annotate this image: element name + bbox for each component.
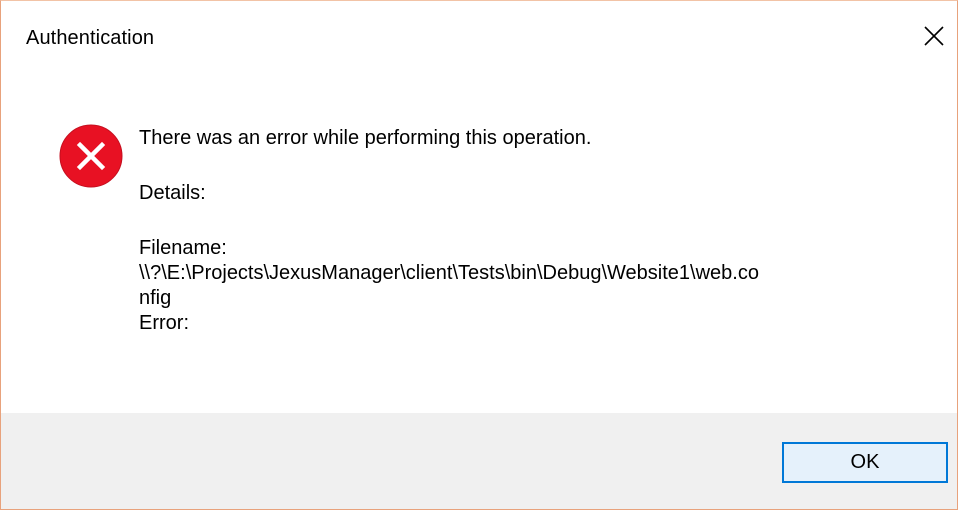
dialog-window: Authentication There was an error while … [0, 0, 958, 510]
filename-path-line1: \\?\E:\Projects\JexusManager\client\Test… [139, 262, 759, 284]
close-icon [924, 26, 944, 46]
error-label: Error: [139, 312, 189, 334]
dialog-content: There was an error while performing this… [1, 71, 957, 413]
window-title: Authentication [26, 27, 155, 49]
title-bar[interactable]: Authentication [1, 1, 957, 71]
error-headline: There was an error while performing this… [139, 127, 592, 149]
error-message: There was an error while performing this… [139, 126, 919, 336]
close-button[interactable] [911, 13, 957, 59]
ok-button[interactable]: OK [782, 442, 948, 483]
filename-path-line2: nfig [139, 287, 172, 309]
error-icon [59, 124, 123, 188]
filename-label: Filename: [139, 237, 227, 259]
button-bar: OK [1, 413, 957, 509]
details-label: Details: [139, 182, 206, 204]
